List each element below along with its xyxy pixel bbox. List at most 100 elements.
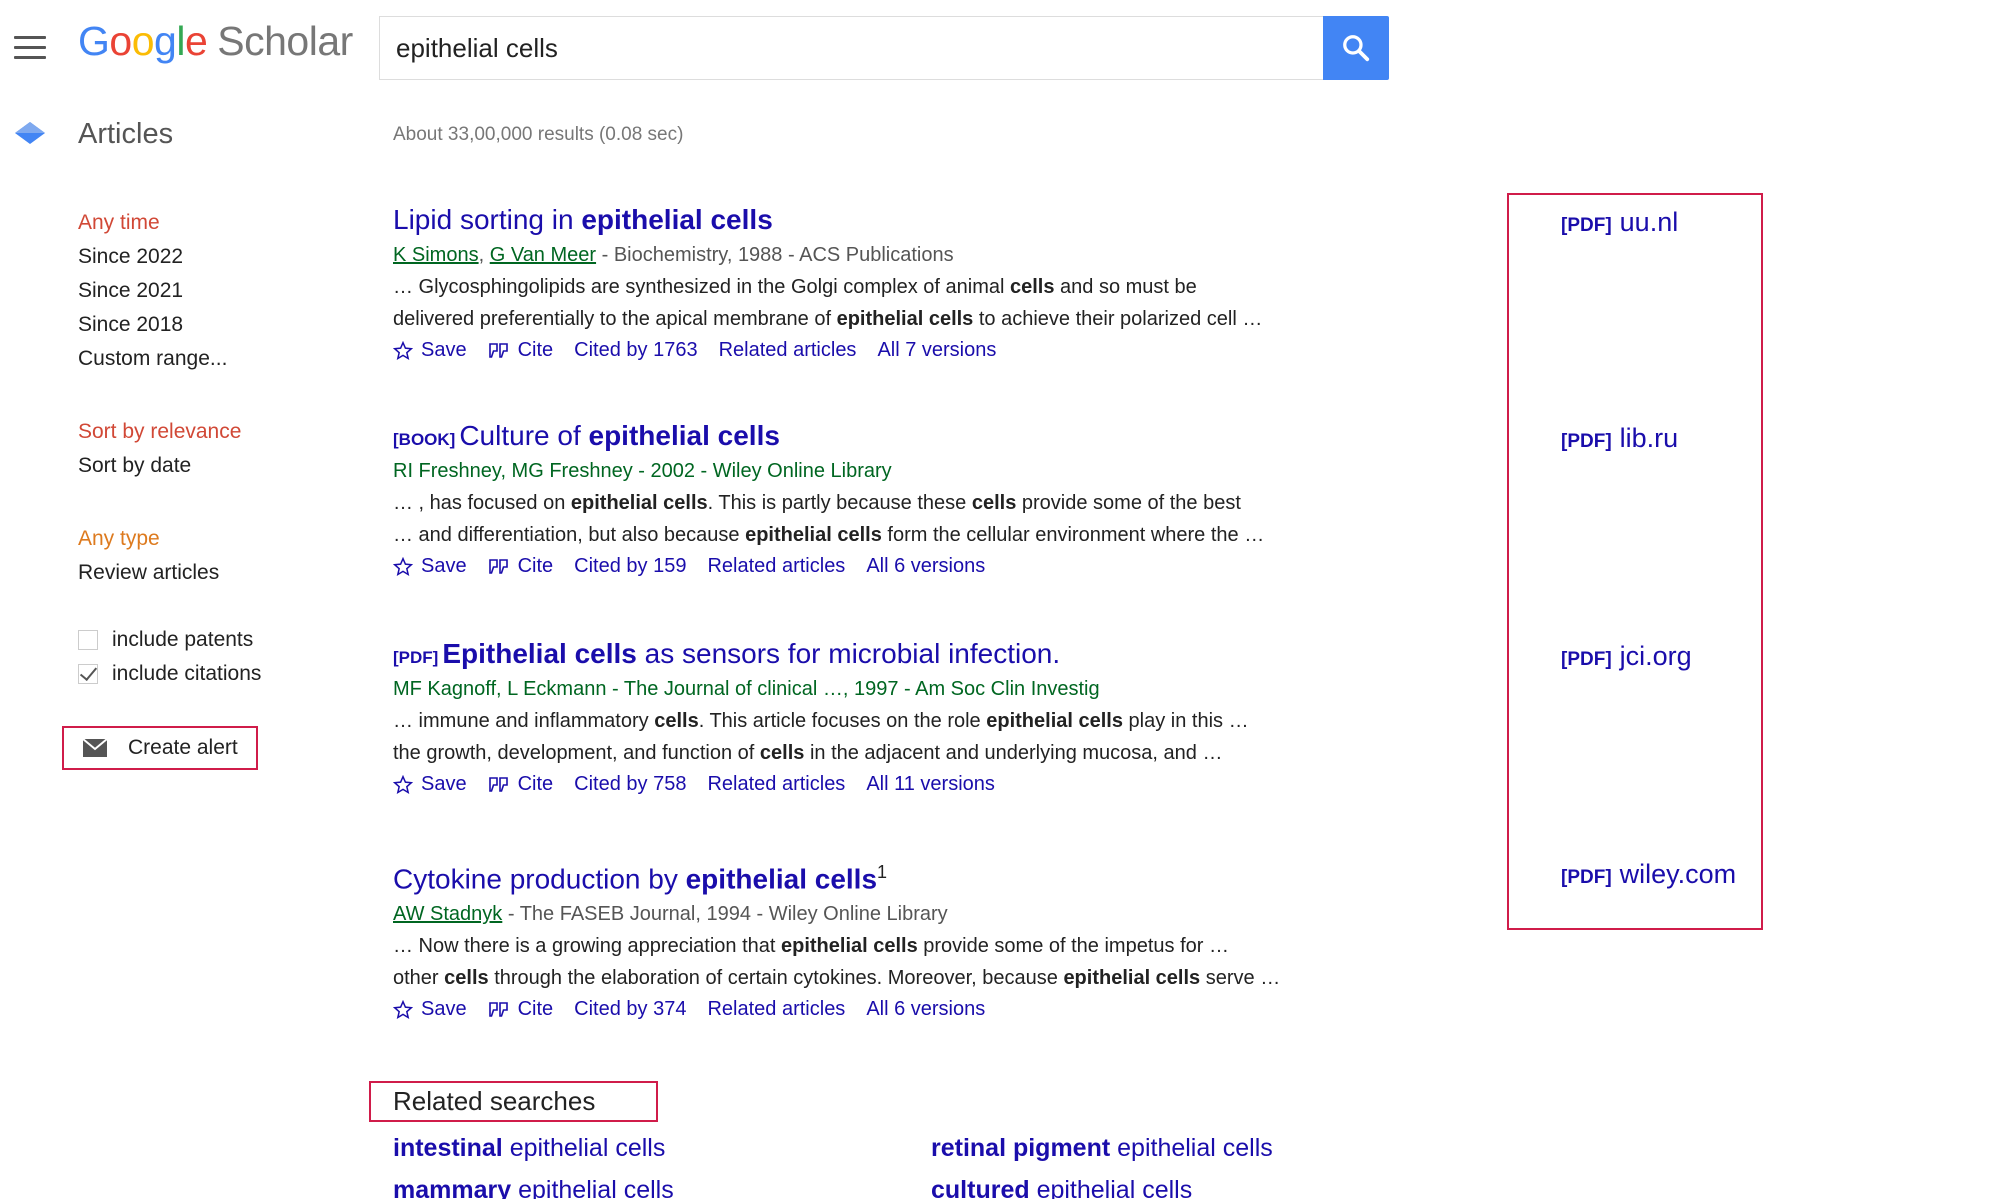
logo-letter-g2: g: [154, 18, 177, 64]
include-citations-checkbox[interactable]: [78, 664, 98, 684]
author-link[interactable]: K Simons: [393, 244, 479, 266]
related-searches-heading: Related searches: [369, 1081, 658, 1122]
filter-custom-range[interactable]: Custom range...: [78, 342, 338, 376]
result-title-link[interactable]: [BOOK] Culture of epithelial cells: [393, 420, 1393, 452]
sort-by-relevance[interactable]: Sort by relevance: [78, 415, 338, 449]
logo-letter-o2: o: [131, 18, 155, 64]
sort-group: Sort by relevance Sort by date: [78, 415, 338, 483]
sort-by-date[interactable]: Sort by date: [78, 449, 338, 483]
hamburger-menu-icon[interactable]: [14, 36, 46, 59]
time-filter-group: Any time Since 2022 Since 2021 Since 201…: [78, 206, 338, 376]
publication-info: - Biochemistry, 1988 - ACS Publications: [596, 244, 954, 266]
results-count: About 33,00,000 results (0.08 sec): [393, 124, 684, 145]
all-versions-link[interactable]: All 7 versions: [877, 339, 996, 362]
result-snippet: … , has focused on epithelial cells. Thi…: [393, 492, 1265, 546]
star-icon: [393, 999, 413, 1019]
author-link[interactable]: AW Stadnyk: [393, 903, 502, 925]
result-item: Lipid sorting in epithelial cells K Simo…: [393, 204, 1393, 362]
result-meta: MF Kagnoff, L Eckmann - The Journal of c…: [393, 678, 1393, 701]
publication-info: RI Freshney, MG Freshney - 2002 - Wiley …: [393, 460, 892, 482]
author-link[interactable]: G Van Meer: [490, 244, 596, 266]
result-title-link[interactable]: Cytokine production by epithelial cells1: [393, 862, 1393, 895]
save-button[interactable]: Save: [393, 773, 467, 796]
all-versions-link[interactable]: All 11 versions: [866, 773, 995, 796]
include-citations-label: include citations: [112, 662, 262, 685]
pdf-link[interactable]: [PDF] uu.nl: [1561, 207, 1678, 238]
result-meta: RI Freshney, MG Freshney - 2002 - Wiley …: [393, 460, 1393, 483]
title-highlight: epithelial cells: [581, 204, 773, 235]
result-meta: AW Stadnyk - The FASEB Journal, 1994 - W…: [393, 903, 1393, 926]
result-snippet: … Now there is a growing appreciation th…: [393, 935, 1281, 990]
cited-by-link[interactable]: Cited by 1763: [574, 339, 697, 362]
all-versions-link[interactable]: All 6 versions: [866, 998, 985, 1021]
result-item: [BOOK] Culture of epithelial cells RI Fre…: [393, 420, 1393, 578]
title-text: Lipid sorting in: [393, 204, 582, 235]
include-patents-checkbox[interactable]: [78, 630, 98, 650]
related-articles-link[interactable]: Related articles: [719, 339, 857, 362]
star-icon: [393, 340, 413, 360]
cited-by-link[interactable]: Cited by 374: [574, 998, 686, 1021]
quote-icon: [488, 1002, 508, 1017]
filter-since-2021[interactable]: Since 2021: [78, 274, 338, 308]
result-item: [PDF] Epithelial cells as sensors for mic…: [393, 638, 1393, 796]
related-search-link[interactable]: retinal pigment epithelial cells: [931, 1134, 1273, 1163]
pdf-link[interactable]: [PDF] jci.org: [1561, 641, 1692, 672]
search-button[interactable]: [1323, 16, 1389, 80]
result-actions: Save Cite Cited by 1763 Related articles…: [393, 339, 1393, 362]
title-highlight: epithelial cells: [588, 420, 780, 451]
search-box: [379, 16, 1323, 80]
result-item: Cytokine production by epithelial cells1…: [393, 862, 1393, 1021]
filter-since-2022[interactable]: Since 2022: [78, 240, 338, 274]
result-actions: Save Cite Cited by 758 Related articles …: [393, 773, 1393, 796]
related-search-link[interactable]: mammary epithelial cells: [393, 1176, 674, 1199]
result-title-link[interactable]: [PDF] Epithelial cells as sensors for mic…: [393, 638, 1393, 670]
include-citations-row[interactable]: include citations: [78, 657, 338, 691]
pdf-link[interactable]: [PDF] lib.ru: [1561, 423, 1678, 454]
cited-by-link[interactable]: Cited by 159: [574, 555, 686, 578]
cite-button[interactable]: Cite: [488, 773, 553, 796]
cite-button[interactable]: Cite: [488, 339, 553, 362]
create-alert-button[interactable]: Create alert: [62, 726, 258, 770]
title-highlight: Epithelial cells: [442, 638, 637, 669]
logo-letter-e: e: [184, 18, 208, 64]
filter-any-time[interactable]: Any time: [78, 206, 338, 240]
quote-icon: [488, 558, 508, 574]
related-articles-link[interactable]: Related articles: [707, 555, 845, 578]
related-search-link[interactable]: cultured epithelial cells: [931, 1176, 1192, 1199]
cite-button[interactable]: Cite: [488, 998, 553, 1021]
related-articles-link[interactable]: Related articles: [707, 773, 845, 796]
cited-by-link[interactable]: Cited by 758: [574, 773, 686, 796]
all-versions-link[interactable]: All 6 versions: [866, 555, 985, 578]
logo-letter-g: G: [78, 18, 110, 64]
save-button[interactable]: Save: [393, 339, 467, 362]
articles-label: Articles: [78, 118, 174, 150]
save-button[interactable]: Save: [393, 998, 467, 1021]
result-snippet: … Glycosphingolipids are synthesized in …: [393, 276, 1263, 330]
title-text: Culture of: [459, 420, 589, 451]
result-meta: K Simons, G Van Meer - Biochemistry, 198…: [393, 244, 954, 266]
google-scholar-logo[interactable]: Google Scholar: [78, 18, 353, 65]
footnote-marker: 1: [877, 862, 888, 882]
include-patents-row[interactable]: include patents: [78, 623, 338, 657]
publication-info: MF Kagnoff, L Eckmann - The Journal of c…: [393, 678, 1100, 700]
filter-review-articles[interactable]: Review articles: [78, 556, 338, 590]
related-articles-link[interactable]: Related articles: [707, 998, 845, 1021]
result-title-link[interactable]: Lipid sorting in epithelial cells: [393, 204, 1393, 236]
scholar-cap-icon: [15, 122, 45, 144]
related-search-link[interactable]: intestinal epithelial cells: [393, 1134, 665, 1163]
result-actions: Save Cite Cited by 159 Related articles …: [393, 555, 1393, 578]
envelope-icon: [82, 738, 108, 757]
save-button[interactable]: Save: [393, 555, 467, 578]
star-icon: [393, 774, 413, 794]
logo-letter-l: l: [176, 18, 185, 64]
search-input[interactable]: [380, 17, 1323, 79]
filter-sidebar: Any time Since 2022 Since 2021 Since 201…: [78, 206, 338, 691]
title-text: Cytokine production by: [393, 863, 686, 895]
cite-button[interactable]: Cite: [488, 555, 553, 578]
pdf-link[interactable]: [PDF] wiley.com: [1561, 859, 1736, 890]
filter-since-2018[interactable]: Since 2018: [78, 308, 338, 342]
result-snippet: … immune and inflammatory cells. This ar…: [393, 710, 1249, 764]
title-text: as sensors for microbial infection.: [636, 638, 1061, 669]
filter-any-type[interactable]: Any type: [78, 522, 338, 556]
quote-icon: [488, 776, 508, 792]
